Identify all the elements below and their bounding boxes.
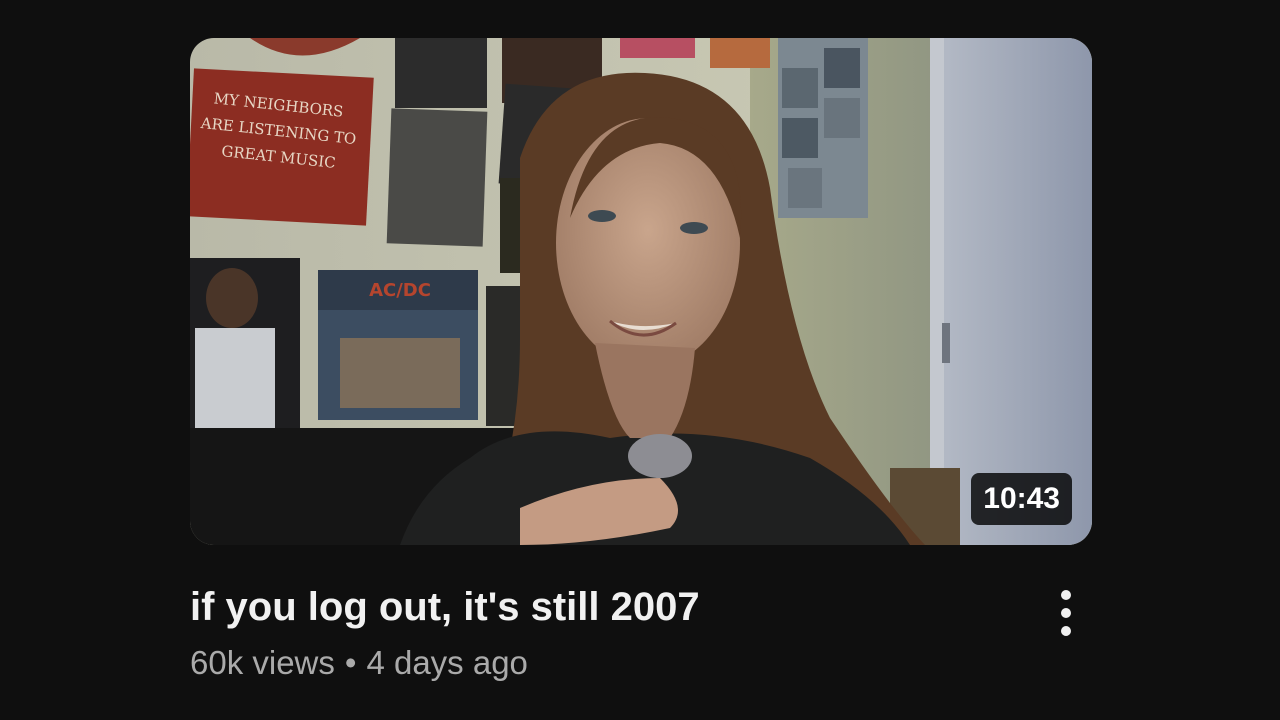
metadata-separator: •: [344, 644, 357, 681]
thumbnail-image: MY NEIGHBORS ARE LISTENING TO GREAT MUSI…: [190, 38, 1092, 545]
more-vertical-icon: [1061, 590, 1071, 636]
video-card[interactable]: MY NEIGHBORS ARE LISTENING TO GREAT MUSI…: [190, 38, 1092, 683]
video-title[interactable]: if you log out, it's still 2007: [190, 583, 1092, 631]
video-thumbnail[interactable]: MY NEIGHBORS ARE LISTENING TO GREAT MUSI…: [190, 38, 1092, 545]
view-count: 60k views: [190, 644, 335, 681]
more-options-button[interactable]: [1050, 587, 1082, 639]
duration-badge: 10:43: [971, 473, 1072, 525]
video-details: if you log out, it's still 2007 60k view…: [190, 583, 1092, 683]
upload-age: 4 days ago: [366, 644, 528, 681]
video-metadata: 60k views • 4 days ago: [190, 643, 1092, 683]
album-text: AC/DC: [369, 280, 431, 301]
